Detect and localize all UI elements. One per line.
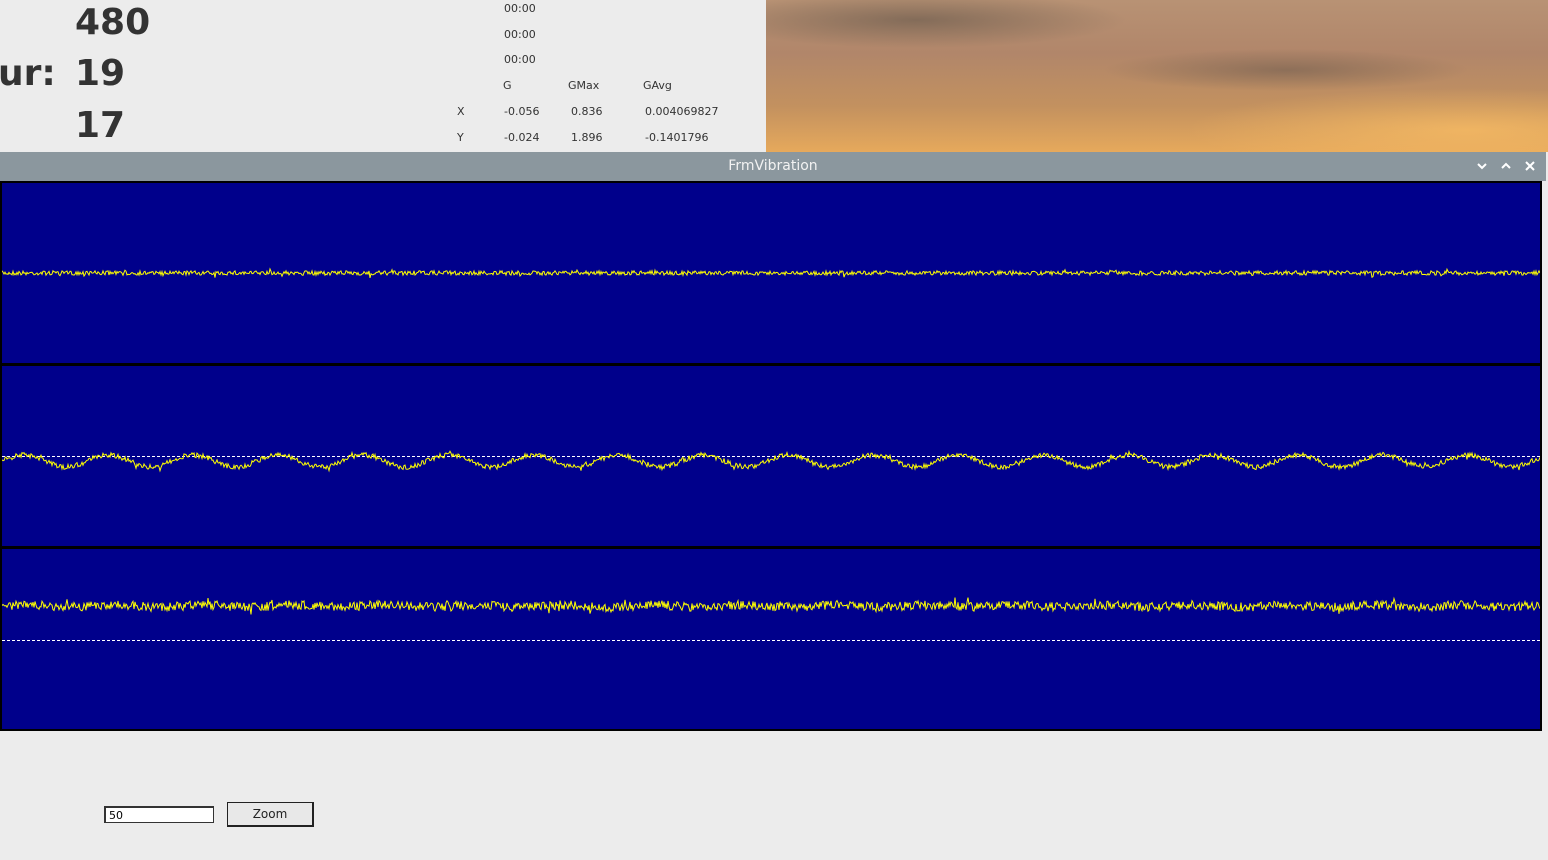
vibration-trace-3 — [2, 596, 1540, 641]
graph-panel-3 — [2, 549, 1540, 729]
row-label: ur: — [0, 53, 56, 94]
vibration-series-line — [2, 449, 1540, 473]
header-gmax: GMax — [568, 79, 600, 92]
vibration-trace-2 — [2, 449, 1540, 473]
row-y-gavg: -0.1401796 — [645, 131, 709, 144]
value-2: 19 — [75, 53, 126, 94]
graph-panel-2 — [2, 366, 1540, 546]
close-button[interactable] — [1522, 158, 1538, 174]
row-x-gavg: 0.004069827 — [645, 105, 719, 118]
minimize-button[interactable] — [1474, 158, 1490, 174]
close-icon — [1525, 161, 1535, 171]
time-1: 00:00 — [504, 2, 536, 15]
window-title: FrmVibration — [728, 158, 818, 174]
graph-panel-1 — [2, 183, 1540, 363]
vibration-series-line — [2, 267, 1540, 279]
vibration-series-line — [2, 596, 1540, 615]
value-1: 480 — [75, 2, 151, 43]
desktop-wallpaper — [766, 0, 1548, 152]
time-2: 00:00 — [504, 28, 536, 41]
time-3: 00:00 — [504, 53, 536, 66]
row-x-gmax: 0.836 — [571, 105, 603, 118]
zoom-button[interactable]: Zoom — [227, 802, 314, 827]
row-x-axis: X — [457, 105, 465, 118]
row-x-g: -0.056 — [504, 105, 540, 118]
title-bar[interactable]: FrmVibration — [0, 152, 1546, 181]
vibration-trace-1 — [2, 267, 1540, 279]
row-y-g: -0.024 — [504, 131, 540, 144]
chevron-down-icon — [1477, 163, 1487, 170]
row-y-axis: Y — [457, 131, 464, 144]
graph-area — [0, 181, 1542, 731]
vibration-window: FrmVibration Zoom — [0, 152, 1546, 860]
header-g: G — [503, 79, 512, 92]
chevron-up-icon — [1501, 162, 1511, 169]
value-3: 17 — [75, 105, 126, 146]
zoom-input[interactable] — [104, 806, 214, 823]
maximize-button[interactable] — [1498, 158, 1514, 174]
header-gavg: GAvg — [643, 79, 672, 92]
row-y-gmax: 1.896 — [571, 131, 603, 144]
background-window: 480 ur: 19 17 00:00 00:00 00:00 G GMax G… — [0, 0, 767, 152]
